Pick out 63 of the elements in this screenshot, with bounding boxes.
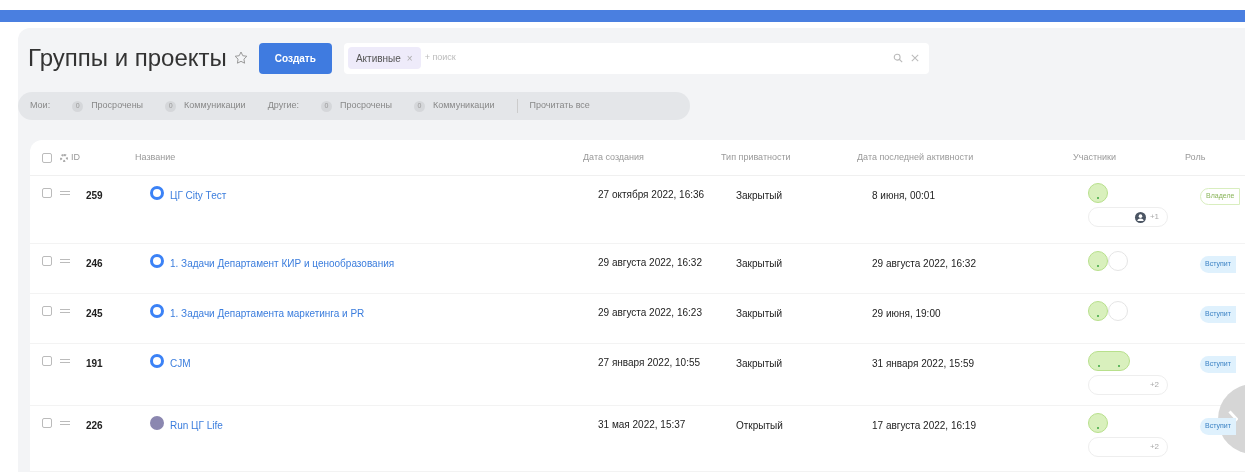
counter-group-label: Другие:	[267, 99, 299, 113]
column-header[interactable]: ID	[71, 150, 135, 165]
group-name-link[interactable]: ЦГ City Тест	[170, 188, 227, 203]
row-checkbox[interactable]	[42, 356, 52, 366]
close-icon[interactable]	[910, 54, 919, 62]
member-avatars[interactable]	[1088, 413, 1108, 433]
search-field[interactable]: Активные × + поиск	[343, 42, 929, 74]
chip-close[interactable]: ×	[406, 50, 413, 66]
column-header[interactable]: Дата создания	[583, 150, 721, 165]
counter-group-label: Мои:	[30, 99, 51, 113]
member-avatars[interactable]	[1088, 301, 1108, 321]
row-checkbox[interactable]	[42, 188, 52, 198]
read-all-link[interactable]: Прочитать все	[529, 99, 590, 113]
privacy-cell-text: Закрытый	[736, 357, 784, 371]
search-input[interactable]: + поиск	[424, 51, 893, 65]
drag-handle-icon[interactable]	[60, 359, 70, 363]
drag-handle-icon[interactable]	[60, 421, 70, 425]
date-cell-text: 29 августа 2022, 16:23	[598, 306, 703, 320]
date-cell-text: 31 мая 2022, 15:37	[598, 418, 687, 432]
create-button[interactable]: Создать	[258, 42, 332, 74]
id-cell-text: 226	[86, 419, 104, 433]
date-cell-text: 8 июня, 00:01	[872, 189, 936, 203]
date-cell-text: 31 января 2022, 15:59	[872, 357, 976, 371]
group-name-link[interactable]: 1. Задачи Департамента маркетинга и PR	[170, 306, 365, 321]
row-checkbox[interactable]	[42, 256, 52, 266]
user-icon	[1134, 211, 1146, 223]
privacy-cell-text: Закрытый	[736, 307, 784, 321]
group-name-link[interactable]: Run ЦГ Life	[170, 418, 223, 433]
search-icon[interactable]	[892, 53, 903, 63]
column-header[interactable]: Участники	[1073, 150, 1185, 165]
column-header[interactable]: Тип приватности	[721, 150, 857, 165]
column-header[interactable]: Дата последней активности	[857, 150, 1073, 165]
date-cell-text: 27 октября 2022, 16:36	[598, 188, 706, 202]
settings-icon[interactable]	[60, 153, 68, 162]
date-cell-text: 29 июня, 19:00	[872, 307, 942, 321]
member-avatars[interactable]	[1088, 351, 1130, 371]
row-checkbox[interactable]	[42, 418, 52, 428]
filter-chip-label: Активные	[355, 51, 401, 66]
member-avatars[interactable]	[1088, 251, 1108, 271]
row-checkbox[interactable]	[42, 306, 52, 316]
drag-handle-icon[interactable]	[60, 259, 70, 263]
date-cell-text: 17 августа 2022, 16:19	[872, 419, 977, 433]
filter-chip[interactable]: Активные ×	[347, 47, 421, 69]
id-cell-text: 245	[86, 307, 104, 321]
member-avatars[interactable]	[1088, 183, 1108, 203]
select-all-checkbox[interactable]	[42, 152, 52, 163]
date-cell-text: 29 августа 2022, 16:32	[872, 257, 977, 271]
privacy-cell-text: Закрытый	[736, 189, 784, 203]
drag-handle-icon[interactable]	[60, 191, 70, 195]
privacy-cell-text: Открытый	[736, 419, 784, 433]
drag-handle-icon[interactable]	[60, 309, 70, 313]
group-name-link[interactable]: 1. Задачи Департамент КИР и ценообразования	[170, 256, 395, 271]
page-title: Группы и проекты	[28, 43, 227, 73]
column-header[interactable]: Название	[135, 150, 583, 165]
id-cell-text: 259	[86, 189, 104, 203]
date-cell-text: 27 января 2022, 10:55	[598, 356, 702, 370]
privacy-cell-text: Закрытый	[736, 257, 784, 271]
date-cell-text: 29 августа 2022, 16:32	[598, 256, 703, 270]
column-header[interactable]: Роль	[1185, 150, 1245, 165]
group-name-link[interactable]: CJM	[170, 356, 191, 371]
id-cell-text: 246	[86, 257, 104, 271]
star-icon[interactable]	[232, 50, 249, 66]
id-cell-text: 191	[86, 357, 104, 371]
